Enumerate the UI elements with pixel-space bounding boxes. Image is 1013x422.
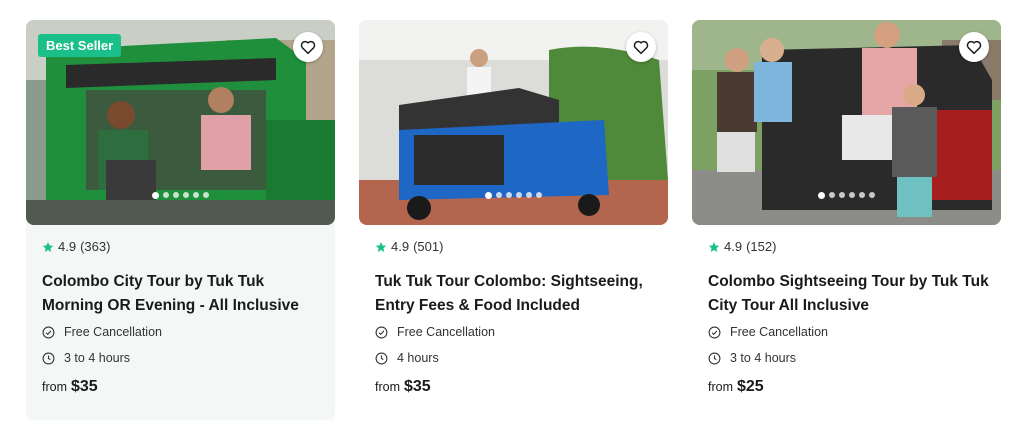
wishlist-button[interactable] [293, 32, 323, 62]
carousel-dots[interactable] [359, 191, 668, 199]
carousel-dot[interactable] [183, 192, 189, 198]
tour-title[interactable]: Tuk Tuk Tour Colombo: Sightseeing, Entry… [375, 270, 660, 318]
carousel-dot[interactable] [829, 192, 835, 198]
price-amount: $35 [71, 378, 98, 395]
rating-value: 4.9 [724, 239, 743, 254]
carousel-dot[interactable] [536, 192, 542, 198]
heart-outline-icon [633, 40, 649, 55]
carousel-dots[interactable] [692, 191, 1001, 199]
price-prefix: from [708, 380, 733, 394]
price: from $35 [375, 378, 431, 396]
feature-label: Free Cancellation [730, 325, 828, 339]
check-circle-icon [375, 326, 388, 338]
wishlist-button[interactable] [959, 32, 989, 62]
tour-photo[interactable]: Best Seller [26, 20, 335, 225]
best-seller-badge: Best Seller [38, 34, 122, 57]
carousel-dots[interactable] [26, 191, 335, 199]
rating: 4.9 (152) [708, 239, 776, 254]
review-count: (152) [746, 239, 777, 254]
feature-label: 4 hours [397, 351, 439, 365]
duration: 3 to 4 hours [42, 351, 130, 365]
check-circle-icon [42, 326, 55, 338]
carousel-dot[interactable] [818, 191, 825, 199]
carousel-dot[interactable] [526, 192, 532, 198]
feature-label: Free Cancellation [64, 325, 162, 339]
rating: 4.9 (363) [42, 239, 110, 254]
free-cancellation: Free Cancellation [375, 325, 495, 339]
carousel-dot[interactable] [485, 191, 492, 199]
tour-card[interactable]: Best Seller 4.9 (363) Colombo City Tour … [26, 20, 335, 420]
tour-card[interactable]: 4.9 (152) Colombo Sightseeing Tour by Tu… [692, 20, 1001, 420]
star-icon [708, 241, 720, 252]
tour-photo[interactable] [359, 20, 668, 225]
duration: 3 to 4 hours [708, 351, 796, 365]
rating: 4.9 (501) [375, 239, 443, 254]
star-icon [42, 241, 54, 252]
carousel-dot[interactable] [152, 191, 159, 199]
heart-outline-icon [300, 40, 316, 55]
carousel-dot[interactable] [193, 192, 199, 198]
wishlist-button[interactable] [626, 32, 656, 62]
rating-value: 4.9 [391, 239, 410, 254]
tour-photo[interactable] [692, 20, 1001, 225]
review-count: (501) [413, 239, 444, 254]
feature-label: 3 to 4 hours [730, 351, 797, 365]
carousel-dot[interactable] [516, 192, 522, 198]
free-cancellation: Free Cancellation [708, 325, 828, 339]
duration: 4 hours [375, 351, 439, 365]
carousel-dot[interactable] [203, 192, 209, 198]
clock-icon [708, 352, 721, 364]
review-count: (363) [80, 239, 111, 254]
star-icon [375, 241, 387, 252]
free-cancellation: Free Cancellation [42, 325, 162, 339]
carousel-dot[interactable] [839, 192, 845, 198]
price-prefix: from [375, 380, 400, 394]
tour-title[interactable]: Colombo City Tour by Tuk Tuk Morning OR … [42, 270, 327, 318]
carousel-dot[interactable] [869, 192, 875, 198]
clock-icon [42, 352, 55, 364]
check-circle-icon [708, 326, 721, 338]
price-amount: $35 [404, 378, 431, 395]
price: from $35 [42, 378, 98, 396]
carousel-dot[interactable] [506, 192, 512, 198]
price: from $25 [708, 378, 764, 396]
carousel-dot[interactable] [849, 192, 855, 198]
carousel-dot[interactable] [859, 192, 865, 198]
feature-label: Free Cancellation [397, 325, 495, 339]
price-amount: $25 [737, 378, 764, 395]
carousel-dot[interactable] [496, 192, 502, 198]
price-prefix: from [42, 380, 67, 394]
clock-icon [375, 352, 388, 364]
heart-outline-icon [966, 40, 982, 55]
tour-card[interactable]: 4.9 (501) Tuk Tuk Tour Colombo: Sightsee… [359, 20, 668, 420]
tour-title[interactable]: Colombo Sightseeing Tour by Tuk Tuk City… [708, 270, 993, 318]
rating-value: 4.9 [58, 239, 77, 254]
carousel-dot[interactable] [163, 192, 169, 198]
carousel-dot[interactable] [173, 192, 179, 198]
feature-label: 3 to 4 hours [64, 351, 131, 365]
